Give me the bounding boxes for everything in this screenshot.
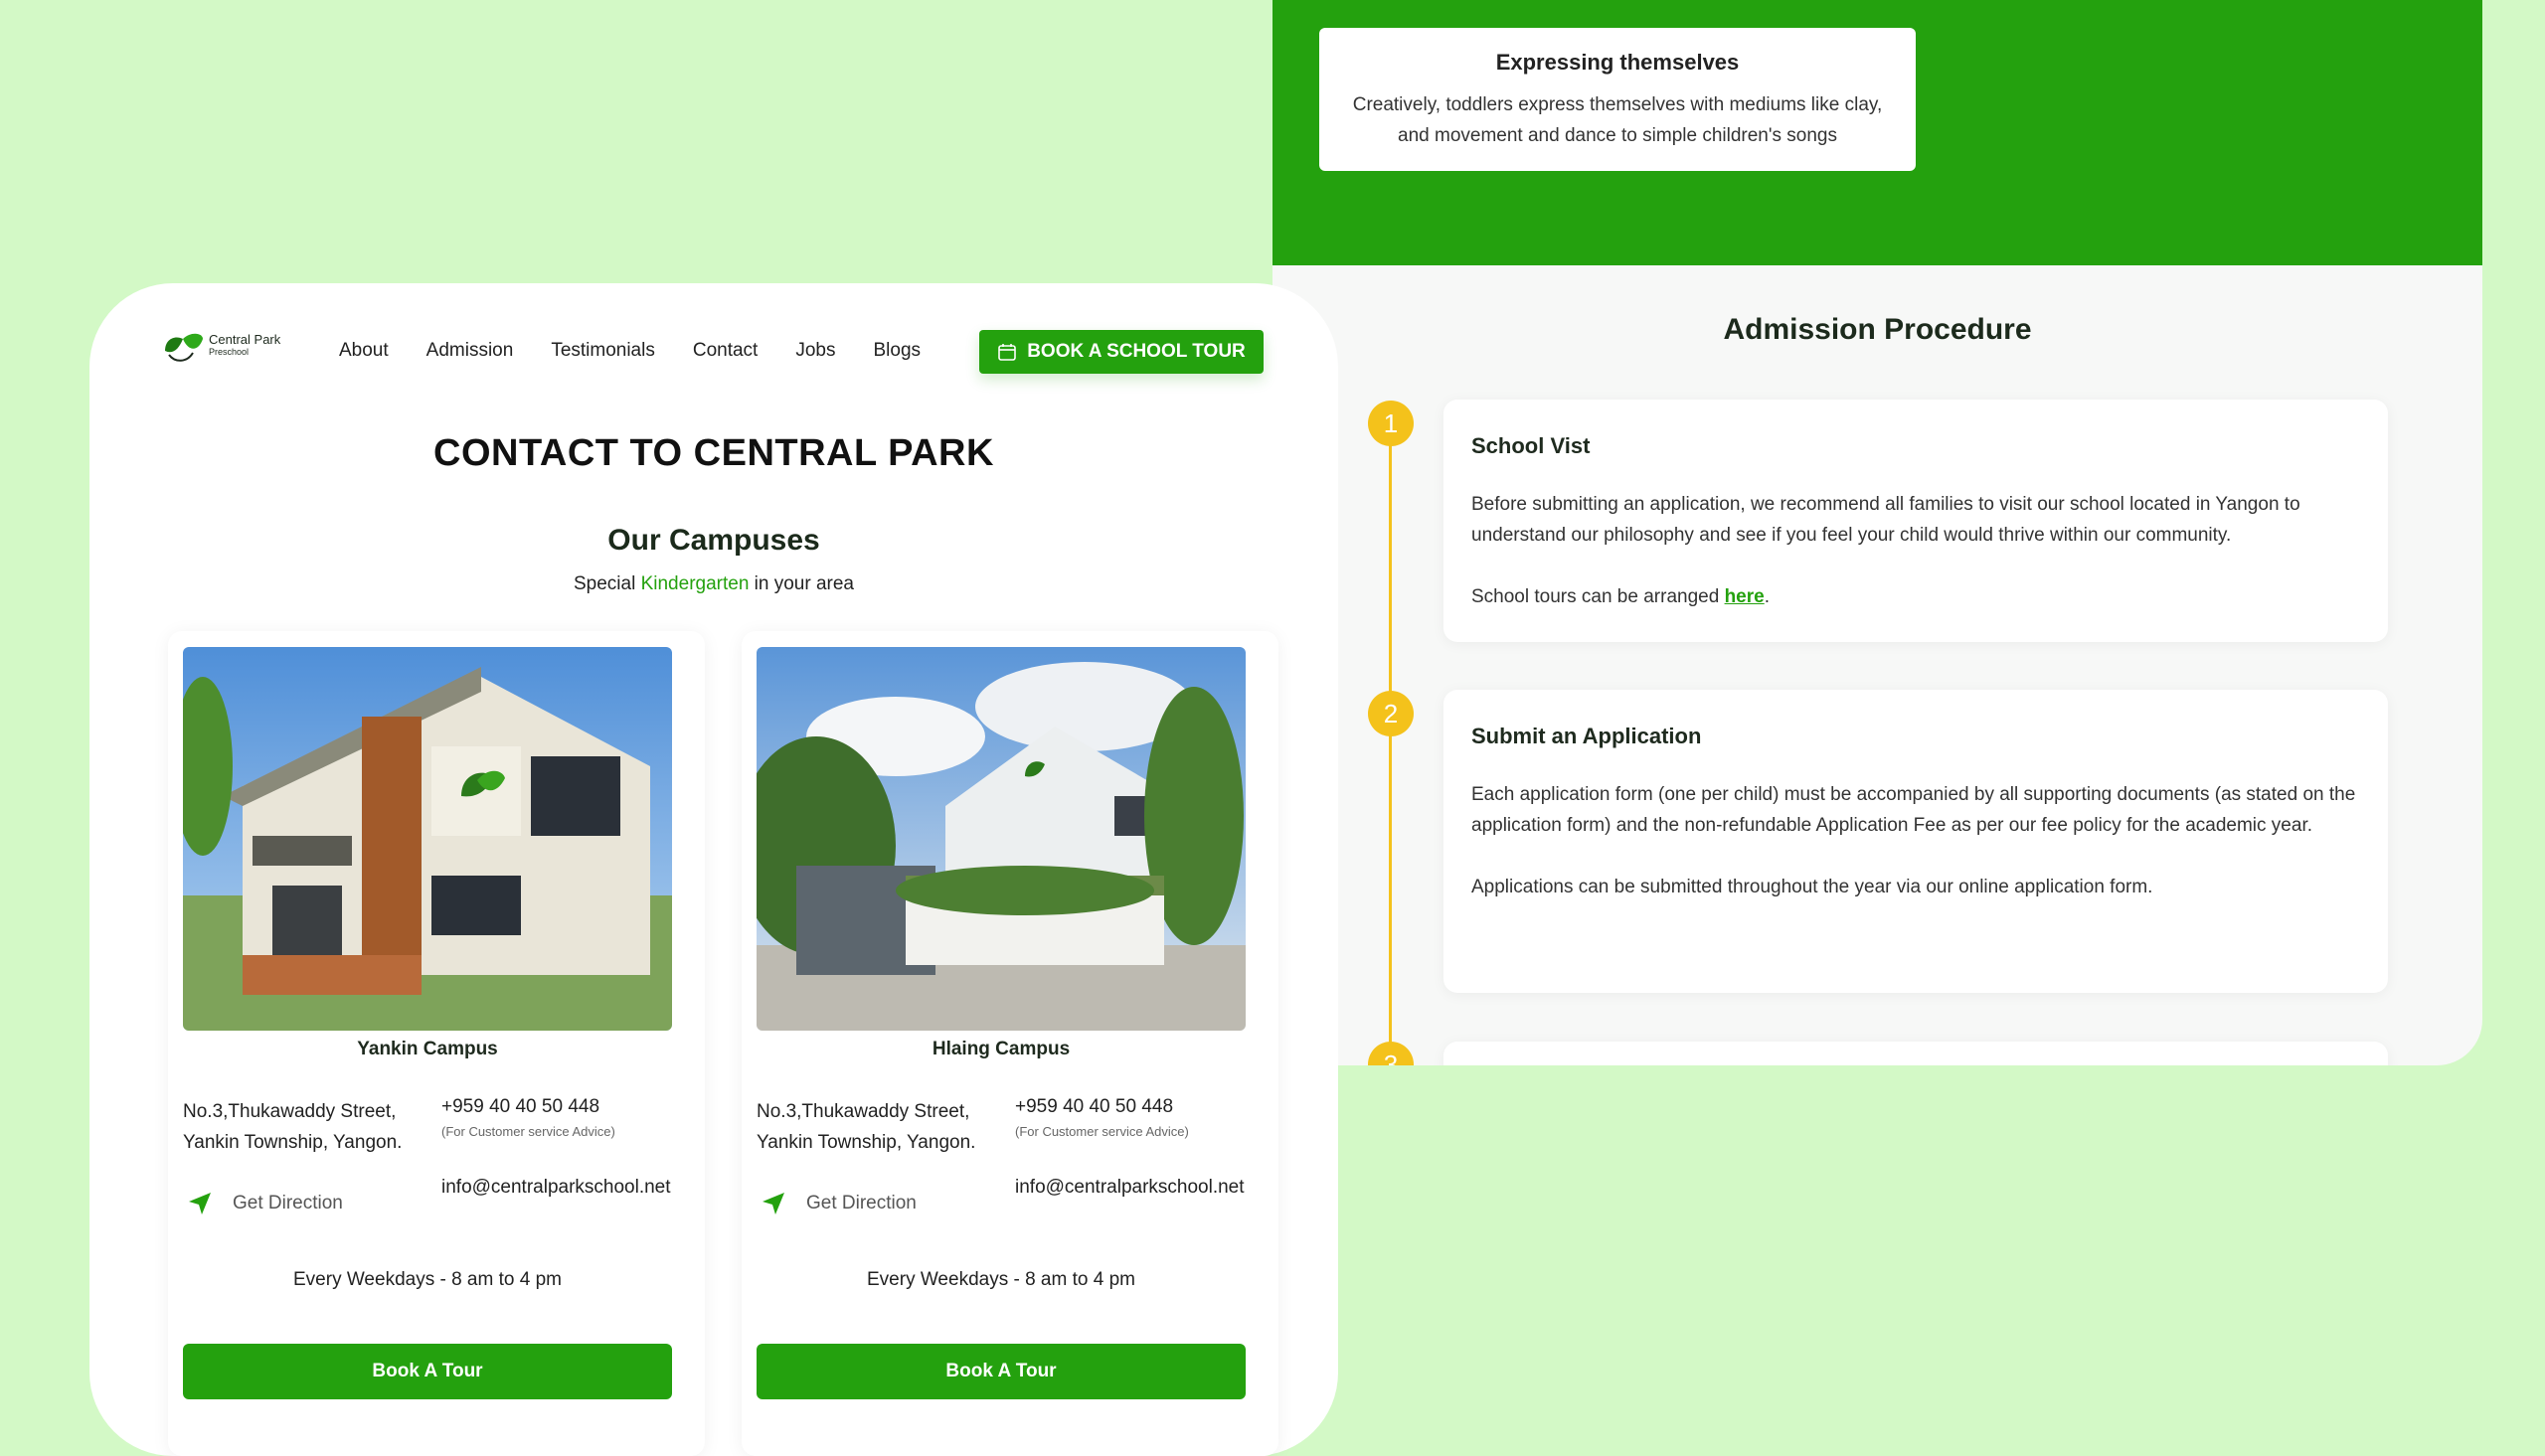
admission-procedure-title: Admission Procedure [1723, 313, 2032, 346]
campus-card-hlaing: Hlaing Campus No.3,Thukawaddy Street, Ya… [742, 631, 1278, 1456]
expressing-card: Expressing themselves Creatively, toddle… [1319, 28, 1916, 171]
nav-testimonials[interactable]: Testimonials [551, 340, 655, 362]
campus-email[interactable]: info@centralparkschool.net [441, 1172, 680, 1203]
book-a-tour-button[interactable]: Book A Tour [757, 1344, 1246, 1399]
step-card-school-visit: School Vist Before submitting an applica… [1443, 400, 2388, 642]
step-title: School Vist [1471, 433, 1591, 458]
campus-phone[interactable]: +959 40 40 50 448 [441, 1096, 599, 1118]
contact-page-card: Central Park Preschool About Admission T… [89, 283, 1338, 1456]
timeline-line [1389, 425, 1392, 1065]
step-text: Before submitting an application, we rec… [1471, 494, 2300, 546]
campus-email[interactable]: info@centralparkschool.net [1015, 1172, 1254, 1203]
here-link[interactable]: here [1725, 586, 1765, 607]
nav-admission[interactable]: Admission [426, 340, 514, 362]
step-text: Each application form (one per child) mu… [1471, 784, 2356, 836]
campus-photo [757, 647, 1246, 1031]
campus-phone-note: (For Customer service Advice) [1015, 1124, 1189, 1139]
admission-panel: Expressing themselves Creatively, toddle… [1272, 0, 2482, 1065]
navigation-arrow-icon [761, 1191, 786, 1216]
campus-hours: Every Weekdays - 8 am to 4 pm [293, 1269, 562, 1290]
nav-blogs[interactable]: Blogs [873, 340, 921, 362]
logo-line1: Central Park [209, 332, 281, 347]
book-school-tour-label: BOOK A SCHOOL TOUR [1027, 341, 1246, 362]
campus-address: No.3,Thukawaddy Street, Yankin Township,… [183, 1101, 403, 1153]
nav-about[interactable]: About [339, 340, 389, 362]
logo[interactable]: Central Park Preschool [161, 329, 300, 373]
campus-phone-note: (For Customer service Advice) [441, 1124, 615, 1139]
get-direction-label: Get Direction [806, 1193, 917, 1213]
campus-address: No.3,Thukawaddy Street, Yankin Township,… [757, 1101, 976, 1153]
campuses-subtitle: Special Kindergarten in your area [89, 573, 1338, 595]
step-text-prefix: School tours can be arranged [1471, 586, 1725, 607]
calendar-icon [997, 342, 1017, 362]
subtitle-prefix: Special [573, 573, 641, 594]
campuses-title: Our Campuses [607, 524, 820, 557]
get-direction-label: Get Direction [233, 1193, 343, 1213]
subtitle-highlight: Kindergarten [640, 573, 750, 594]
step-number-2: 2 [1368, 691, 1414, 736]
logo-line2: Preschool [209, 347, 250, 357]
campus-phone[interactable]: +959 40 40 50 448 [1015, 1096, 1173, 1118]
book-a-tour-button[interactable]: Book A Tour [183, 1344, 672, 1399]
campus-name: Yankin Campus [357, 1039, 498, 1059]
step-number-1: 1 [1368, 401, 1414, 446]
nav-jobs[interactable]: Jobs [795, 340, 835, 362]
green-banner: Expressing themselves Creatively, toddle… [1272, 0, 2482, 265]
navigation-arrow-icon [187, 1191, 213, 1216]
get-direction-link[interactable]: Get Direction [183, 1191, 343, 1216]
step-text-suffix: . [1764, 586, 1770, 607]
step-card-submit-application: Submit an Application Each application f… [1443, 690, 2388, 993]
campus-card-yankin: Yankin Campus No.3,Thukawaddy Street, Ya… [168, 631, 705, 1456]
campus-photo [183, 647, 672, 1031]
get-direction-link[interactable]: Get Direction [757, 1191, 917, 1216]
step-number-3: 3 [1368, 1042, 1414, 1065]
step-text: Applications can be submitted throughout… [1471, 877, 2153, 897]
book-school-tour-button[interactable]: BOOK A SCHOOL TOUR [979, 330, 1264, 374]
campus-hours: Every Weekdays - 8 am to 4 pm [867, 1269, 1135, 1290]
step-card-3 [1443, 1042, 2388, 1065]
expressing-title: Expressing themselves [1495, 50, 1740, 75]
step-text-tours: School tours can be arranged here. [1471, 581, 2360, 612]
leaf-logo-icon [165, 333, 203, 362]
page-title: CONTACT TO CENTRAL PARK [433, 432, 994, 474]
nav-contact[interactable]: Contact [693, 340, 758, 362]
campus-name: Hlaing Campus [932, 1039, 1071, 1059]
subtitle-suffix: in your area [749, 573, 855, 594]
expressing-text: Creatively, toddlers express themselves … [1352, 94, 1883, 146]
navbar: Central Park Preschool About Admission T… [89, 283, 1338, 422]
nav-links: About Admission Testimonials Contact Job… [339, 340, 958, 362]
logo-text: Central Park Preschool [209, 333, 280, 359]
step-title: Submit an Application [1471, 724, 1702, 748]
